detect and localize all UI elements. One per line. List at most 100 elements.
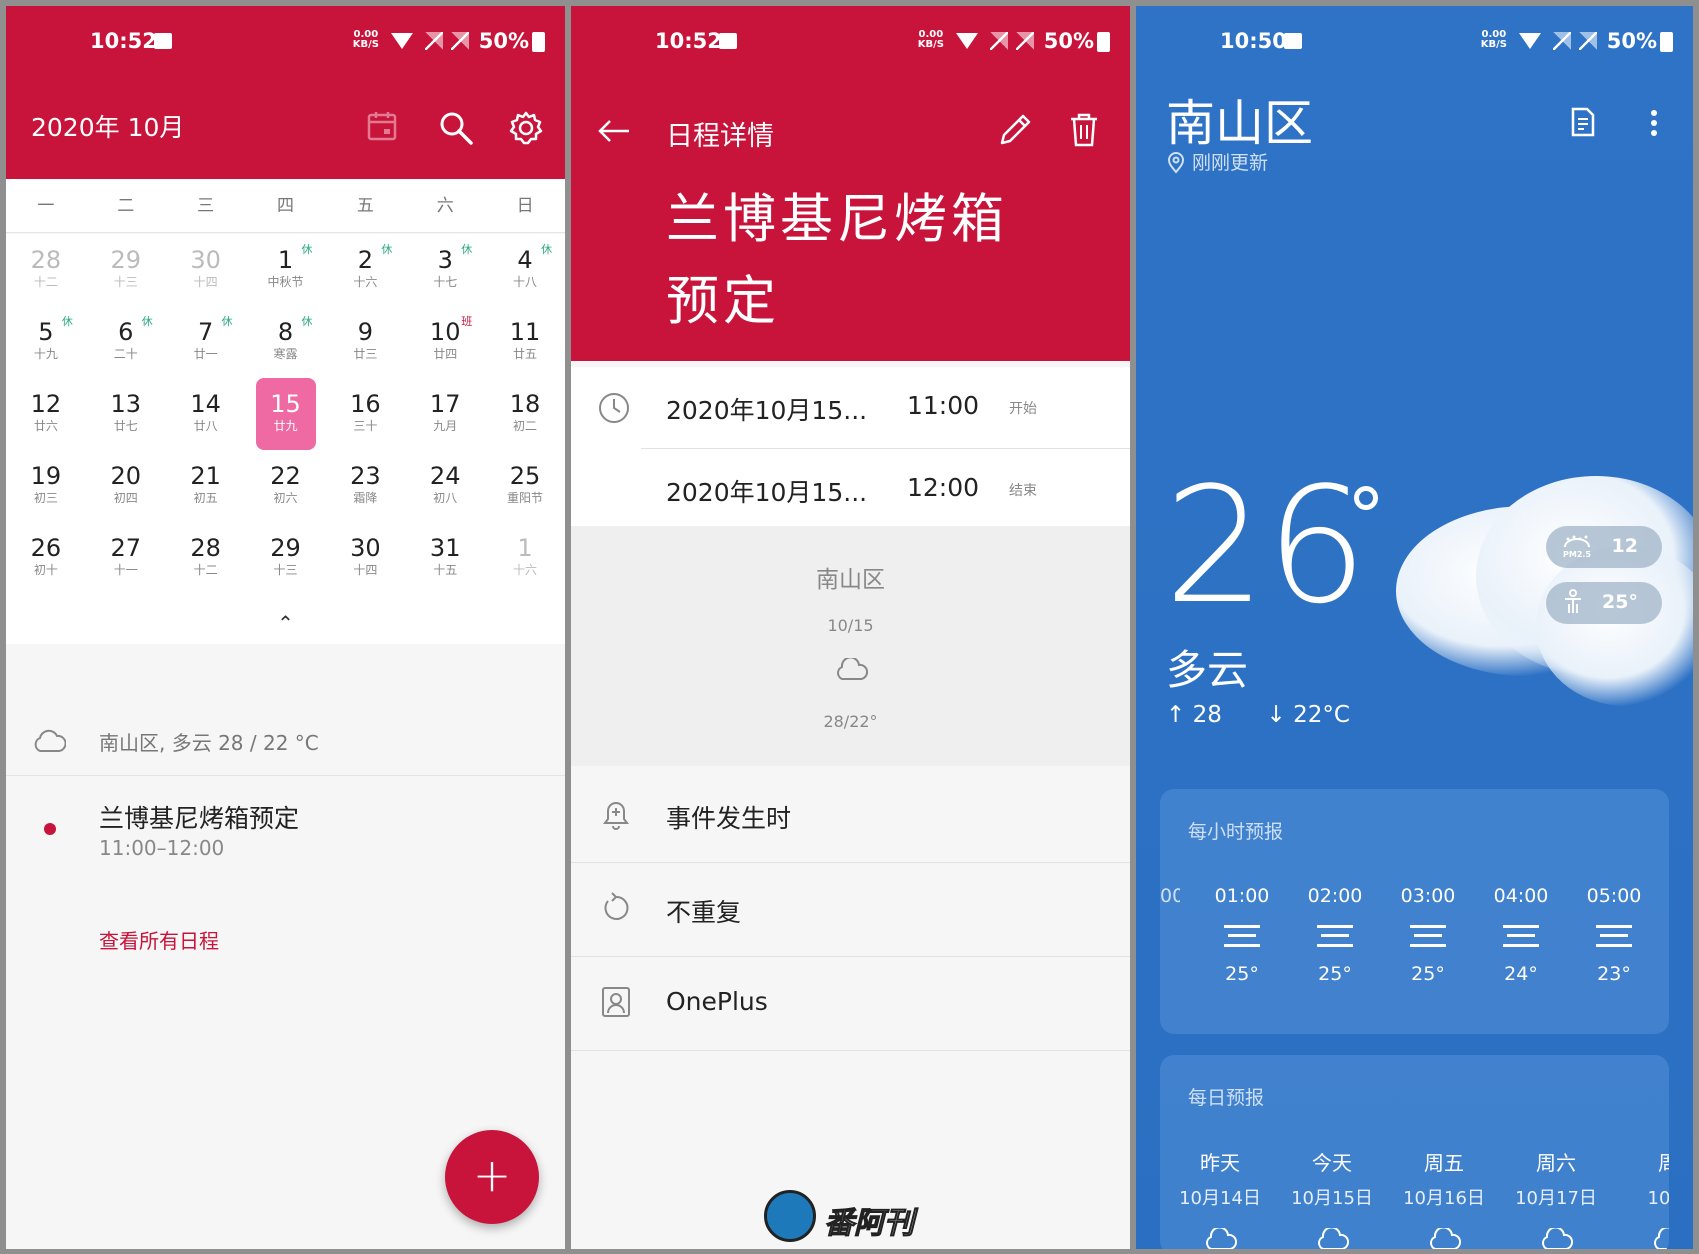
day-cell[interactable]: 13 廿七	[87, 378, 165, 448]
day-cell[interactable]: 9 廿三	[326, 306, 404, 376]
status-time: 10:52	[90, 29, 157, 53]
start-time-row[interactable]: 2020年10月15... 11:00 开始	[571, 367, 1130, 449]
day-cell[interactable]: 25 重阳节	[486, 450, 564, 520]
day-number: 29	[110, 246, 142, 274]
day-cell[interactable]: 19 初三	[7, 450, 85, 520]
view-all-events-link[interactable]: 查看所有日程	[99, 925, 219, 954]
repeat-row[interactable]: 不重复	[571, 863, 1130, 957]
repeat-icon	[604, 892, 629, 920]
day-cell[interactable]: 29 十三	[87, 234, 165, 304]
event-detail-screen: 10:52 0.00 KB/S 50% 日程详情 兰博基尼烤箱预定 2020年1…	[571, 6, 1130, 1249]
lunar-date: 十四	[193, 275, 218, 289]
search-icon[interactable]	[438, 110, 474, 146]
network-speed: 0.00 KB/S	[1480, 29, 1507, 50]
day-cell[interactable]: 2 十六 休	[326, 234, 404, 304]
lunar-date: 廿七	[113, 419, 138, 433]
status-bar: 10:52 0.00 KB/S 50%	[571, 6, 1130, 76]
temp-range: ↑ 28 ↓ 22°C	[1166, 702, 1350, 728]
image-icon	[719, 33, 737, 49]
day-cell[interactable]: 20 初四	[87, 450, 165, 520]
back-arrow-icon[interactable]	[597, 118, 631, 144]
workday-badge: 班	[461, 315, 473, 328]
day-number: 26	[30, 534, 62, 562]
day-cell[interactable]: 6 二十 休	[87, 306, 165, 376]
day-cell[interactable]: 1 中秋节 休	[247, 234, 325, 304]
day-name: 周五	[1424, 1151, 1464, 1175]
holiday-badge: 休	[541, 243, 553, 256]
day-cell[interactable]: 12 廿六	[7, 378, 85, 448]
day-cell[interactable]: 4 十八 休	[486, 234, 564, 304]
day-number: 25	[509, 462, 541, 490]
haze-icon	[1503, 925, 1539, 947]
add-event-button[interactable]: +	[445, 1130, 539, 1224]
day-cell[interactable]: 28 十二	[167, 522, 245, 592]
day-cell[interactable]: 26 初十	[7, 522, 85, 592]
day-cell[interactable]: 23 霜降	[326, 450, 404, 520]
day-cell[interactable]: 30 十四	[167, 234, 245, 304]
day-cell[interactable]: 24 初八	[406, 450, 484, 520]
event-item[interactable]: 兰博基尼烤箱预定 11:00–12:00	[6, 796, 565, 876]
day-cell[interactable]: 22 初六	[247, 450, 325, 520]
day-cell[interactable]: 21 初五	[167, 450, 245, 520]
day-cell[interactable]: 7 廿一 休	[167, 306, 245, 376]
more-menu-icon[interactable]	[1648, 108, 1660, 138]
day-date: 10月15日	[1291, 1188, 1373, 1209]
status-bar: 10:52 0.00 KB/S 50%	[6, 6, 565, 76]
city-list-icon[interactable]	[1570, 106, 1596, 138]
day-cell[interactable]: 5 十九 休	[7, 306, 85, 376]
lunar-date: 十六	[353, 275, 378, 289]
end-label: 结束	[1009, 483, 1037, 499]
day-cell[interactable]: 16 三十	[326, 378, 404, 448]
pm25-icon: PM2.5	[1562, 533, 1592, 563]
day-cell[interactable]: 1 十六	[486, 522, 564, 592]
end-time-row[interactable]: 2020年10月15... 12:00 结束	[571, 449, 1130, 531]
event-time: 11:00–12:00	[99, 836, 225, 860]
hourly-forecast-card[interactable]: 每小时预报 00 01:00 25° 02:00 25° 03:00 25° 04:00 24…	[1160, 789, 1669, 1034]
holiday-badge: 休	[221, 315, 233, 328]
day-name: 昨天	[1200, 1151, 1240, 1175]
day-cell[interactable]: 18 初二	[486, 378, 564, 448]
calendar-today-icon[interactable]	[366, 110, 398, 142]
detail-header: 10:52 0.00 KB/S 50% 日程详情 兰博基尼烤箱预定	[571, 6, 1130, 361]
day-number: 9	[357, 318, 373, 346]
lunar-date: 十二	[193, 563, 218, 577]
day-number: 10	[429, 318, 461, 346]
day-cell[interactable]: 27 十一	[87, 522, 165, 592]
lunar-date: 初四	[113, 491, 138, 505]
account-row[interactable]: OnePlus	[571, 957, 1130, 1051]
day-cell[interactable]: 30 十四	[326, 522, 404, 592]
day-cell[interactable]: 11 廿五	[486, 306, 564, 376]
feels-like-badge[interactable]: 25°	[1546, 582, 1662, 624]
day-cell[interactable]: 10 廿四 班	[406, 306, 484, 376]
day-number: 14	[190, 390, 221, 418]
day-cell[interactable]: 14 廿八	[167, 378, 245, 448]
day-cell[interactable]: 3 十七 休	[406, 234, 484, 304]
day-cell[interactable]: 29 十三	[247, 522, 325, 592]
pm25-badge[interactable]: PM2.5 12	[1546, 526, 1662, 568]
daily-item: 周六 10月17日	[1504, 1147, 1608, 1249]
delete-trash-icon[interactable]	[1069, 112, 1099, 148]
daily-forecast-card[interactable]: 每日预报 昨天 10月14日 今天 10月15日 周五 10月16日 周六 10月17日 周 10…	[1160, 1055, 1669, 1249]
reminder-row[interactable]: 事件发生时	[571, 769, 1130, 863]
lunar-date: 十八	[513, 275, 538, 289]
hour-temp: 25°	[1411, 963, 1445, 985]
lunar-date: 十二	[33, 275, 58, 289]
event-title-large: 兰博基尼烤箱预定	[666, 189, 1008, 332]
collapse-chevron-icon[interactable]: ⌃	[6, 611, 565, 635]
month-title[interactable]: 2020年 10月	[31, 108, 184, 144]
day-number: 8	[277, 318, 294, 346]
hourly-item: 04:00 24°	[1475, 885, 1567, 985]
day-cell[interactable]: 28 十二	[7, 234, 85, 304]
clock-icon	[599, 393, 629, 423]
day-cell-selected[interactable]: 15 廿九	[255, 378, 316, 450]
day-cell[interactable]: 8 寒露 休	[247, 306, 325, 376]
hour-temp: 24°	[1504, 963, 1538, 985]
day-cell[interactable]: 31 十五	[406, 522, 484, 592]
day-number: 21	[190, 462, 221, 490]
signal-off-icon	[1579, 32, 1597, 50]
watermark-text: 番阿刊	[824, 1206, 915, 1242]
edit-pencil-icon[interactable]	[997, 112, 1033, 148]
settings-gear-icon[interactable]	[508, 110, 544, 146]
weekday-label: 日	[516, 196, 534, 216]
day-cell[interactable]: 17 九月	[406, 378, 484, 448]
